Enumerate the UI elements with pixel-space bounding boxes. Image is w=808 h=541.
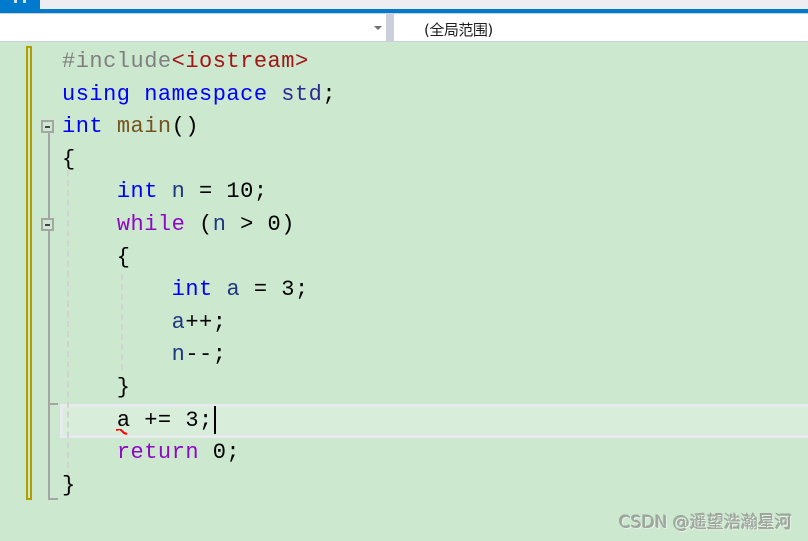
code-line[interactable]: } xyxy=(62,469,76,502)
code-token: ++; xyxy=(185,309,227,335)
code-token: int xyxy=(62,114,104,140)
code-token: } xyxy=(62,472,76,498)
chevron-down-icon[interactable] xyxy=(374,26,382,30)
code-line[interactable]: } xyxy=(62,371,131,404)
code-editor[interactable]: #include<iostream> using namespace std; in… xyxy=(0,42,808,541)
code-token: namespace xyxy=(144,81,268,107)
outline-end-main xyxy=(48,498,58,500)
code-token: <iostream> xyxy=(171,49,309,74)
global-scope-label: (全局范围) xyxy=(424,21,493,39)
code-line[interactable]: while (n > 0) xyxy=(62,208,295,241)
code-token: { xyxy=(62,244,131,270)
code-line-current[interactable]: a += 3; xyxy=(62,404,216,437)
text-caret xyxy=(213,405,216,434)
code-token: return xyxy=(116,440,200,466)
code-token: { xyxy=(62,146,76,172)
code-token: n xyxy=(212,212,227,237)
code-token: > 0) xyxy=(226,212,295,237)
code-line[interactable]: int main() xyxy=(62,110,199,143)
code-token: std xyxy=(281,81,323,107)
code-token: int xyxy=(171,277,213,303)
code-line[interactable]: using namespace std; xyxy=(62,78,336,111)
code-line[interactable]: int a = 3; xyxy=(62,273,309,306)
watermark: CSDN @遥望浩瀚星河 xyxy=(619,513,792,533)
code-line[interactable]: return 0; xyxy=(62,436,240,469)
code-token: n xyxy=(171,342,186,368)
code-token: n xyxy=(171,179,186,205)
code-line[interactable]: { xyxy=(62,241,131,274)
code-line[interactable]: a++; xyxy=(62,306,226,339)
code-token: += 3; xyxy=(130,407,213,433)
code-line[interactable]: int n = 10; xyxy=(62,175,268,208)
code-token: #include xyxy=(62,49,172,74)
code-token: = 10; xyxy=(185,179,268,205)
code-token: = 3; xyxy=(240,277,309,303)
collapse-while-button[interactable] xyxy=(41,218,54,231)
member-dropdown-right[interactable]: (全局范围) xyxy=(394,14,808,41)
code-token: () xyxy=(171,114,200,140)
scope-dropdown-left[interactable] xyxy=(0,14,386,41)
error-squiggle xyxy=(116,429,128,435)
code-line[interactable]: { xyxy=(62,143,76,176)
outline-line-main xyxy=(48,133,50,500)
change-tracking-bar xyxy=(26,46,32,500)
code-token: } xyxy=(62,375,131,400)
code-line[interactable]: #include<iostream> xyxy=(62,45,309,78)
code-token: using xyxy=(62,81,131,107)
navigation-bar: (全局范围) xyxy=(0,13,808,42)
outline-end-while xyxy=(48,403,58,405)
active-document-tab[interactable] xyxy=(0,0,40,9)
code-line[interactable]: n--; xyxy=(62,338,226,371)
pinned-tab-icon xyxy=(14,0,26,3)
code-token: a xyxy=(171,309,186,335)
code-token: --; xyxy=(185,342,227,368)
code-token: int xyxy=(116,179,158,205)
code-token: ; xyxy=(322,81,337,107)
code-token: while xyxy=(116,212,186,237)
document-tab-strip xyxy=(0,0,808,9)
code-token: a xyxy=(226,277,241,303)
code-token: main xyxy=(116,114,172,140)
code-token: 0; xyxy=(199,440,241,466)
collapse-main-button[interactable] xyxy=(41,120,54,133)
code-token: ( xyxy=(185,212,213,237)
